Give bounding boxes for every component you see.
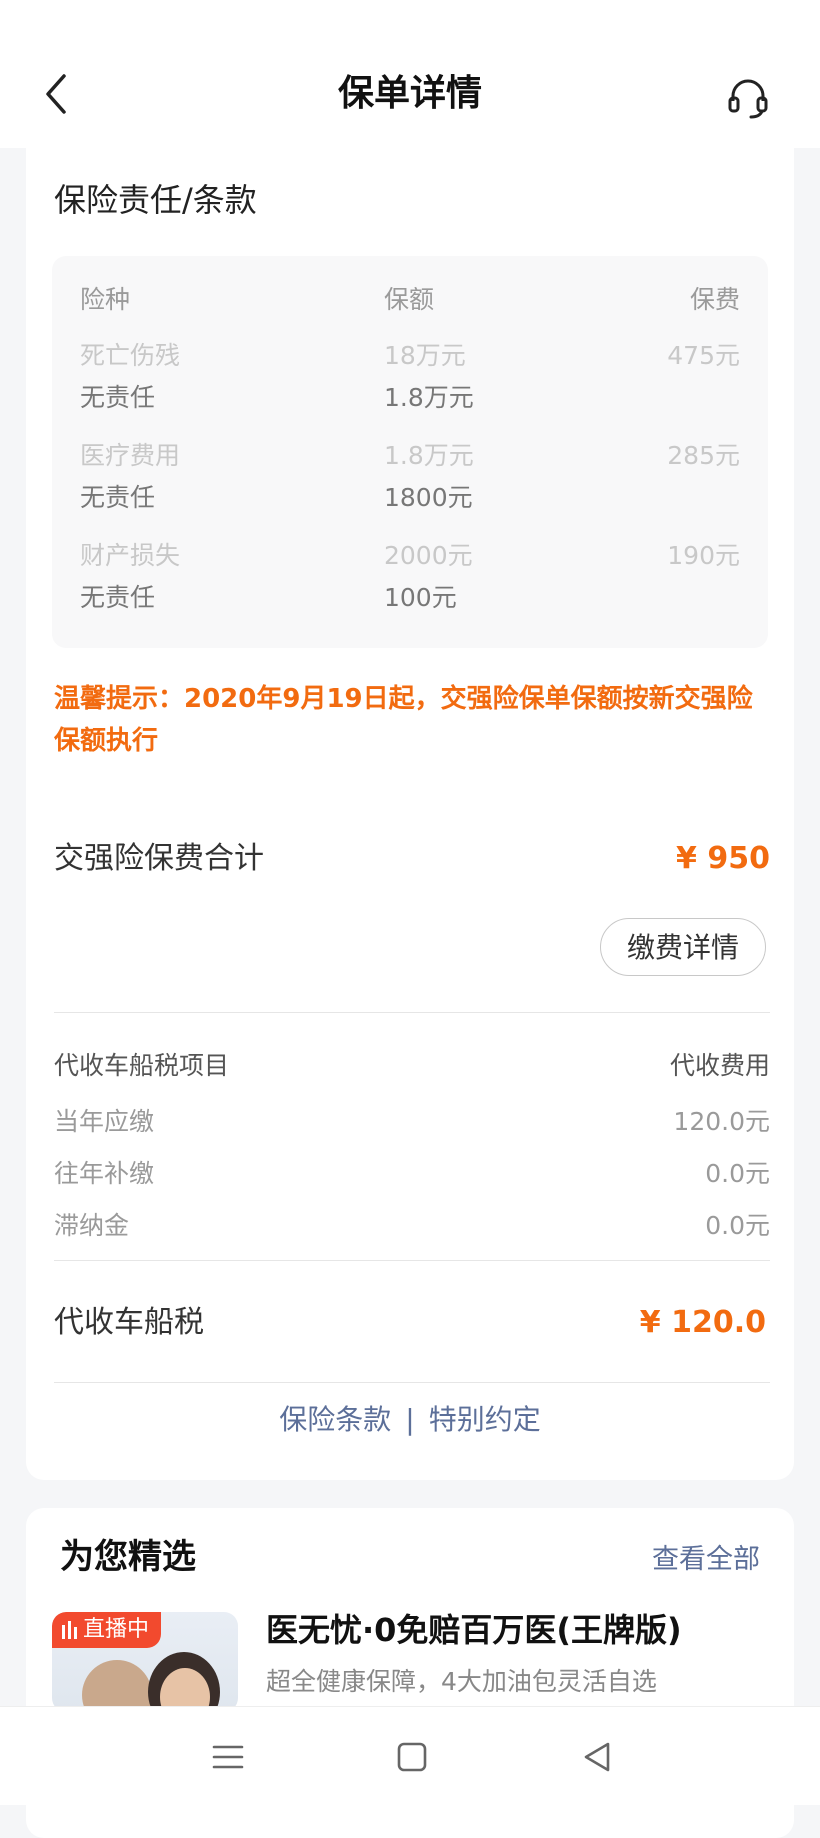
vehicle-tax-header-right: 代收费用 <box>669 1051 770 1080</box>
table-row: 无责任 100元 <box>52 578 768 618</box>
coverage-premium: 285元 <box>667 441 740 470</box>
coverage-table: 险种 保额 保费 死亡伤残 18万元 475元 无责任 1.8万元 医疗费用 1… <box>52 256 768 648</box>
customer-service-icon <box>728 79 768 119</box>
table-row: 财产损失 2000元 190元 <box>52 536 768 576</box>
table-row: 医疗费用 1.8万元 285元 <box>52 436 768 476</box>
product-description: 超全健康保障，4大加油包灵活自选 <box>266 1667 657 1696</box>
tax-item-value: 0.0元 <box>705 1159 770 1188</box>
coverage-amount: 1800元 <box>384 483 473 512</box>
recommendations-title: 为您精选 <box>60 1537 196 1577</box>
list-item: 滞纳金 0.0元 <box>54 1206 770 1246</box>
coverage-type: 医疗费用 <box>80 441 181 470</box>
insurance-terms-link[interactable]: 保险条款 <box>279 1403 391 1436</box>
table-row: 无责任 1800元 <box>52 478 768 518</box>
back-triangle-icon <box>584 1742 610 1772</box>
special-agreement-link[interactable]: 特别约定 <box>429 1403 541 1436</box>
vehicle-tax-total-value: ¥ 120.0 <box>639 1305 766 1340</box>
divider <box>54 1012 770 1013</box>
coverage-amount: 18万元 <box>384 341 466 370</box>
column-header-amount: 保额 <box>384 285 435 314</box>
column-header-premium: 保费 <box>689 285 740 314</box>
menu-button[interactable] <box>208 1737 248 1777</box>
tax-item-label: 当年应缴 <box>54 1107 155 1136</box>
divider <box>54 1260 770 1261</box>
page-title: 保单详情 <box>337 73 482 114</box>
list-item: 当年应缴 120.0元 <box>54 1102 770 1142</box>
tax-item-value: 120.0元 <box>673 1107 770 1136</box>
live-badge-label: 直播中 <box>83 1617 150 1642</box>
header: 保单详情 <box>0 0 820 148</box>
coverage-amount: 2000元 <box>384 541 473 570</box>
divider <box>54 1382 770 1383</box>
coverage-type: 无责任 <box>80 583 156 612</box>
coverage-type: 死亡伤残 <box>80 341 181 370</box>
live-badge: 直播中 <box>52 1612 162 1648</box>
coverage-amount: 1.8万元 <box>384 441 474 470</box>
policy-detail-card: 保险责任/条款 险种 保额 保费 死亡伤残 18万元 475元 无责任 1.8万… <box>26 148 794 1480</box>
tax-item-label: 滞纳金 <box>54 1211 130 1240</box>
payment-detail-button[interactable]: 缴费详情 <box>600 918 766 976</box>
coverage-amount: 1.8万元 <box>384 383 474 412</box>
vehicle-tax-header: 代收车船税项目 代收费用 <box>54 1046 770 1086</box>
system-navigation-bar <box>0 1706 820 1805</box>
premium-total-label: 交强险保费合计 <box>54 841 264 876</box>
live-bars-icon <box>62 1621 77 1639</box>
product-name[interactable]: 医无忧·0免赔百万医(王牌版) <box>266 1606 682 1654</box>
home-button[interactable] <box>392 1737 432 1777</box>
customer-service-button[interactable] <box>724 74 772 122</box>
policy-links: 保险条款 | 特别约定 <box>26 1396 794 1444</box>
premium-total-row: 交强险保费合计 ¥ 950 <box>54 834 770 884</box>
view-all-link[interactable]: 查看全部 <box>652 1538 760 1582</box>
coverage-premium: 475元 <box>667 341 740 370</box>
coverage-table-header: 险种 保额 保费 <box>52 280 768 320</box>
coverage-type: 无责任 <box>80 483 156 512</box>
link-separator: | <box>405 1403 415 1436</box>
person-image <box>82 1660 152 1712</box>
list-item: 往年补缴 0.0元 <box>54 1154 770 1194</box>
tax-item-value: 0.0元 <box>705 1211 770 1240</box>
coverage-premium: 190元 <box>667 541 740 570</box>
table-row: 死亡伤残 18万元 475元 <box>52 336 768 376</box>
vehicle-tax-total-label: 代收车船税 <box>54 1305 204 1340</box>
product-thumbnail[interactable]: 直播中 <box>52 1612 238 1712</box>
home-square-icon <box>397 1742 427 1772</box>
coverage-section-title: 保险责任/条款 <box>54 181 257 219</box>
table-row: 无责任 1.8万元 <box>52 378 768 418</box>
coverage-type: 无责任 <box>80 383 156 412</box>
tax-item-label: 往年补缴 <box>54 1159 155 1188</box>
warm-notice: 温馨提示：2020年9月19日起，交强险保单保额按新交强险保额执行 <box>54 684 753 756</box>
coverage-type: 财产损失 <box>80 541 181 570</box>
premium-total-value: ¥ 950 <box>676 841 770 876</box>
vehicle-tax-header-left: 代收车船税项目 <box>54 1051 230 1080</box>
menu-icon <box>212 1745 244 1769</box>
back-nav-button[interactable] <box>578 1737 618 1777</box>
coverage-amount: 100元 <box>384 583 457 612</box>
column-header-type: 险种 <box>80 285 131 314</box>
